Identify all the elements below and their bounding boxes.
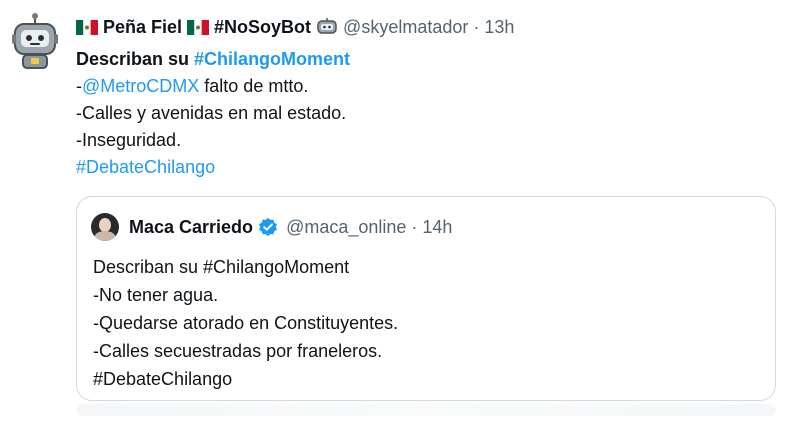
quoted-tweet-header: Maca Carriedo @maca_online · 14h <box>91 212 452 242</box>
quoted-line: -Quedarse atorado en Constituyentes. <box>93 313 399 333</box>
quoted-line: #DebateChilango <box>93 369 233 389</box>
quoted-author-handle[interactable]: @maca_online <box>286 217 406 238</box>
quoted-tweet-card[interactable]: Maca Carriedo @maca_online · 14h Describ… <box>76 196 776 401</box>
quoted-line: Describan su #ChilangoMoment <box>93 257 350 277</box>
separator-dot: · <box>411 216 418 237</box>
tweet[interactable]: Peña Fiel #NoSoyBot @skyelmatador · 13h … <box>0 0 800 422</box>
robot-icon <box>317 18 337 34</box>
quoted-author-name: Maca Carriedo <box>129 216 254 237</box>
quoted-timestamp[interactable]: 14h <box>422 217 452 238</box>
line-text: falto de mtto. <box>199 76 309 96</box>
author-hashtag: #NoSoyBot <box>214 16 312 37</box>
quoted-tweet-text: Describan su #ChilangoMoment -No tener a… <box>93 253 398 393</box>
author-display-name[interactable]: Peña Fiel #NoSoyBot <box>76 17 311 38</box>
quoted-author-avatar[interactable] <box>91 213 119 241</box>
hashtag-link[interactable]: #ChilangoMoment <box>194 49 350 69</box>
quoted-line: -No tener agua. <box>93 285 219 305</box>
author-handle[interactable]: @skyelmatador <box>343 17 468 38</box>
robot-avatar-icon[interactable] <box>12 12 58 70</box>
quoted-line: -Calles secuestradas por franeleros. <box>93 341 383 361</box>
mexico-flag-icon <box>187 19 210 35</box>
separator-dot: · <box>473 16 480 37</box>
text-prefix: Describan su <box>76 49 195 69</box>
tweet-text: Describan su #ChilangoMoment -@MetroCDMX… <box>76 46 350 181</box>
quoted-author-display-name[interactable]: Maca Carriedo <box>129 217 286 238</box>
tweet-header: Peña Fiel #NoSoyBot @skyelmatador · 13h <box>76 12 514 42</box>
verified-badge-icon <box>259 217 277 237</box>
mexico-flag-icon <box>76 19 98 35</box>
action-bar-placeholder <box>76 404 776 416</box>
tweet-line-4: -Inseguridad. <box>76 130 182 150</box>
mention-link[interactable]: @MetroCDMX <box>82 76 199 96</box>
author-name: Peña Fiel <box>103 16 183 37</box>
hashtag-link[interactable]: #DebateChilango <box>76 154 350 181</box>
tweet-line-1: Describan su #ChilangoMoment <box>76 46 350 73</box>
timestamp[interactable]: 13h <box>484 17 514 38</box>
tweet-line-2: -@MetroCDMX falto de mtto. <box>76 73 350 100</box>
tweet-line-3: -Calles y avenidas en mal estado. <box>76 103 347 123</box>
